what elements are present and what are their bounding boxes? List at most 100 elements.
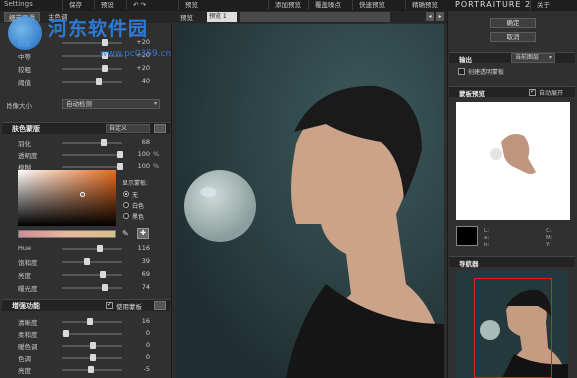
create-transparent-checkbox[interactable]	[458, 68, 465, 75]
slider-value[interactable]: 68	[126, 138, 150, 146]
save-button[interactable]: 保存	[62, 0, 88, 10]
undo-redo-button[interactable]: ↶ ↷	[126, 0, 156, 10]
slider-track[interactable]	[62, 333, 122, 335]
tab-preview-1[interactable]: 预览 1	[207, 12, 237, 22]
readout-l: L:	[484, 228, 489, 234]
add-preview-button[interactable]: 添加预览	[268, 0, 307, 10]
image-preview[interactable]	[176, 24, 444, 378]
navigator-viewport-frame[interactable]	[474, 278, 552, 378]
slider-thumb[interactable]	[102, 284, 109, 291]
mask-silhouette	[490, 134, 536, 174]
slider-row: 清晰度 16	[0, 316, 172, 327]
slider-value[interactable]: 39	[126, 257, 150, 265]
slider-thumb[interactable]	[116, 163, 123, 170]
slider-thumb[interactable]	[96, 245, 103, 252]
feature-size-select[interactable]: 自动检测	[62, 99, 160, 109]
output-layer-select[interactable]: 当前图层	[511, 53, 555, 63]
mask-display-radio[interactable]	[123, 213, 129, 219]
create-transparent-label: 创建透明蒙板	[468, 69, 505, 76]
ok-button[interactable]: 确定	[490, 18, 536, 28]
slider-value[interactable]: 0	[126, 353, 150, 361]
slider-value[interactable]: 69	[126, 270, 150, 278]
slider-track[interactable]	[62, 287, 122, 289]
slider-value[interactable]: +20	[126, 64, 150, 72]
scroll-right-icon[interactable]: ▸	[436, 12, 444, 21]
slider-thumb[interactable]	[101, 139, 108, 146]
slider-value[interactable]: 74	[126, 283, 150, 291]
slider-unit: %	[153, 150, 160, 158]
slider-label: 较粗	[18, 66, 31, 74]
slider-thumb[interactable]	[95, 78, 102, 85]
mask-display-radio-label: 黑色	[132, 214, 145, 221]
scroll-left-icon[interactable]: ◂	[426, 12, 434, 21]
product-title: PORTRAITURE 2	[455, 0, 532, 9]
use-mask-label: 使用蒙板	[116, 303, 142, 311]
slider-label: 透明度	[18, 152, 38, 160]
slider-thumb[interactable]	[102, 65, 109, 72]
slider-row: 色调 0	[0, 352, 172, 363]
readout-y: Y:	[546, 242, 551, 248]
slider-thumb[interactable]	[100, 271, 107, 278]
slider-row: 饱和度 39	[0, 256, 172, 267]
readout-b: b:	[484, 242, 490, 248]
fast-preview-toggle[interactable]: 快速预览	[352, 0, 391, 10]
slider-track[interactable]	[62, 261, 122, 263]
slider-track[interactable]	[62, 248, 122, 250]
slider-value[interactable]: 0	[126, 341, 150, 349]
auto-expand-checkbox[interactable]	[529, 88, 536, 96]
slider-thumb[interactable]	[87, 366, 94, 373]
slider-thumb[interactable]	[87, 318, 94, 325]
slider-thumb[interactable]	[90, 342, 96, 349]
slider-value[interactable]: -5	[126, 365, 150, 373]
slider-track[interactable]	[62, 42, 122, 44]
skin-color-picker[interactable]	[18, 170, 116, 226]
slider-thumb[interactable]	[84, 258, 91, 265]
window-title: Settings	[4, 0, 33, 8]
slider-track[interactable]	[62, 166, 122, 168]
precise-preview-toggle[interactable]: 精确预览	[405, 0, 444, 10]
skin-mask-options-icon[interactable]	[154, 124, 166, 133]
mask-display-radio-label: 白色	[132, 203, 145, 210]
slider-thumb[interactable]	[63, 330, 70, 337]
mask-display-radio[interactable]	[123, 191, 129, 197]
preview-menu-button[interactable]: 预览	[178, 0, 204, 10]
mask-display-radio[interactable]	[123, 202, 129, 208]
slider-track[interactable]	[62, 274, 122, 276]
picker-marker[interactable]	[80, 192, 85, 197]
slider-track[interactable]	[62, 68, 122, 70]
watermark-url: www.pc0359.cn	[100, 49, 172, 59]
slider-track[interactable]	[62, 81, 122, 83]
mask-display-radio-label: 无	[132, 192, 139, 199]
slider-label: 暖色调	[18, 343, 38, 351]
enhancements-options-icon[interactable]	[154, 301, 166, 310]
slider-row: 阈值 40	[0, 76, 172, 87]
about-button[interactable]: 关于	[530, 0, 556, 10]
slider-thumb[interactable]	[116, 151, 123, 158]
slider-track[interactable]	[62, 142, 122, 144]
slider-value[interactable]: 40	[126, 77, 150, 85]
slider-row: Hue 116	[0, 243, 172, 254]
preview-label: 预览	[180, 14, 193, 22]
output-title: 输出	[459, 56, 472, 64]
slider-value[interactable]: 100	[126, 150, 150, 158]
slider-value[interactable]: 100	[126, 162, 150, 170]
color-swatch	[456, 226, 478, 246]
noise-button[interactable]: 覆盖噪点	[308, 0, 347, 10]
slider-thumb[interactable]	[90, 354, 96, 361]
preset-button[interactable]: 预设	[94, 0, 120, 10]
skin-mask-title: 肤色蒙版	[12, 125, 40, 133]
slider-value[interactable]: 116	[126, 244, 150, 252]
portraiture-app: Settings 保存 预设 ↶ ↷ 预览 添加预览 覆盖噪点 快速预览 精确预…	[0, 0, 577, 378]
enhancements-header: 增强功能 使用蒙板	[2, 299, 170, 311]
eyedropper-icon[interactable]: ✎	[122, 229, 129, 238]
slider-value[interactable]: 16	[126, 317, 150, 325]
hue-range-bar[interactable]	[18, 230, 116, 238]
slider-value[interactable]: 0	[126, 329, 150, 337]
slider-track[interactable]	[62, 154, 122, 156]
eyedropper-plus-icon[interactable]: ✚	[137, 228, 149, 239]
use-mask-checkbox[interactable]	[106, 301, 113, 309]
skin-mask-preset-select[interactable]: 自定义	[106, 124, 150, 133]
navigator-header: 导航器	[449, 256, 575, 268]
cancel-button[interactable]: 取消	[490, 32, 536, 42]
feature-size-row: 肖像大小 自动检测	[0, 99, 172, 110]
